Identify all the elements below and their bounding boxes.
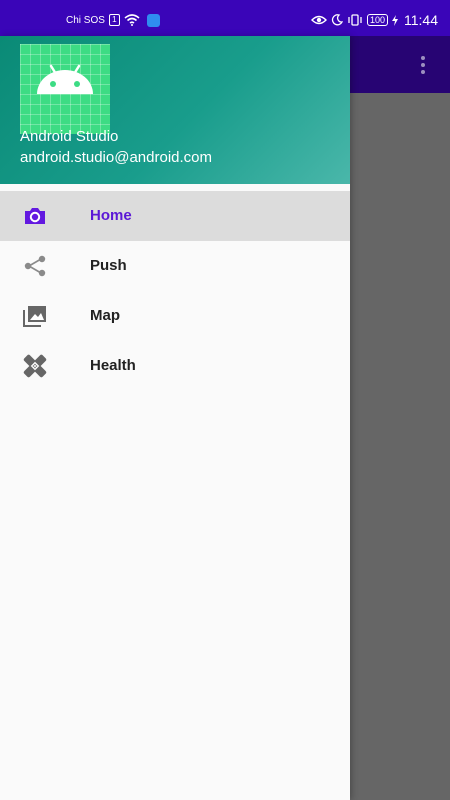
menu-item-push[interactable]: Push [0, 241, 350, 291]
navigation-drawer: Android Studio android.studio@android.co… [0, 36, 350, 800]
drawer-scrim[interactable] [350, 93, 450, 800]
moon-icon [331, 14, 343, 26]
more-options-icon[interactable] [420, 56, 426, 74]
menu-label-map: Map [90, 307, 120, 324]
carrier-text: Chi SOS [66, 14, 105, 26]
status-time: 11:44 [404, 12, 438, 28]
menu-item-home[interactable]: Home [0, 191, 350, 241]
status-right: 100 11:44 [310, 10, 438, 30]
battery-indicator: 100 [366, 14, 388, 26]
sim-badge: 1 [108, 14, 120, 26]
eye-icon [310, 15, 327, 25]
charging-icon [392, 14, 398, 26]
android-robot-icon [20, 44, 110, 134]
vibrate-icon [348, 14, 362, 26]
menu-label-home: Home [90, 207, 132, 224]
menu-label-health: Health [90, 357, 136, 374]
wifi-icon [124, 14, 140, 26]
status-bar: Chi SOS 1 100 11:44 [0, 0, 450, 36]
menu-item-health[interactable]: Health [0, 341, 350, 391]
user-name: Android Studio [20, 128, 119, 145]
menu-label-push: Push [90, 257, 127, 274]
camera-icon [25, 208, 45, 224]
user-email: android.studio@android.com [20, 149, 213, 166]
menu-item-map[interactable]: Map [0, 291, 350, 341]
drawer-menu: Home Push Map Health [0, 191, 350, 391]
notification-app-icon [146, 13, 160, 27]
status-left: Chi SOS 1 [66, 10, 160, 30]
share-icon [24, 255, 46, 277]
drawer-header: Android Studio android.studio@android.co… [0, 36, 350, 184]
gallery-icon [23, 306, 46, 327]
bandage-icon [23, 354, 47, 378]
